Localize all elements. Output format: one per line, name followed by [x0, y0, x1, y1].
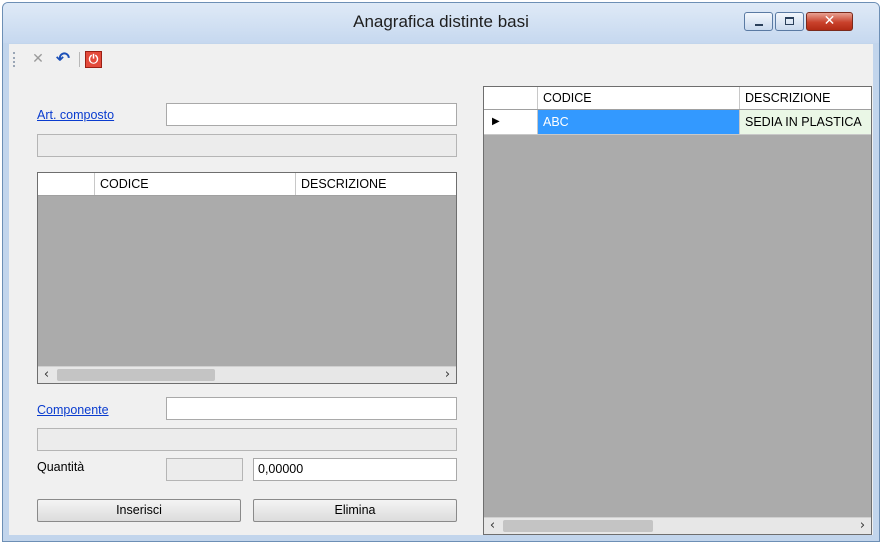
- bom-col-codice[interactable]: CODICE: [538, 87, 740, 109]
- close-icon: ✕: [823, 13, 836, 29]
- maximize-button[interactable]: [775, 12, 804, 31]
- componente-link[interactable]: Componente: [37, 403, 109, 417]
- cell-codice[interactable]: ABC: [538, 110, 740, 135]
- quantita-input[interactable]: 0,00000: [253, 458, 457, 481]
- bom-row-header-col: [484, 87, 538, 109]
- grid-col-codice[interactable]: CODICE: [95, 173, 296, 195]
- elimina-button[interactable]: Elimina: [253, 499, 457, 522]
- scroll-thumb[interactable]: [503, 520, 653, 532]
- cell-descrizione[interactable]: SEDIA IN PLASTICA: [740, 110, 871, 135]
- quantita-label: Quantità: [37, 460, 85, 474]
- scroll-right-icon[interactable]: ›: [439, 367, 456, 383]
- componente-input[interactable]: [166, 397, 457, 420]
- bom-col-descrizione[interactable]: DESCRIZIONE: [740, 87, 871, 109]
- power-icon[interactable]: ⏻: [85, 51, 102, 68]
- toolbar: ✕ ↶ ⏻: [9, 44, 873, 74]
- cancel-icon[interactable]: ✕: [28, 49, 48, 69]
- inserisci-button[interactable]: Inserisci: [37, 499, 241, 522]
- components-grid[interactable]: CODICE DESCRIZIONE ‹ ›: [37, 172, 457, 384]
- scroll-thumb[interactable]: [57, 369, 215, 381]
- scroll-left-icon[interactable]: ‹: [484, 518, 501, 534]
- minimize-icon: [755, 24, 763, 26]
- bom-grid-header: CODICE DESCRIZIONE: [484, 87, 871, 110]
- row-indicator-icon[interactable]: ▶: [484, 110, 538, 135]
- close-button[interactable]: ✕: [806, 12, 853, 31]
- components-grid-hscroll[interactable]: ‹ ›: [38, 366, 456, 383]
- toolbar-grip[interactable]: [13, 52, 18, 67]
- quantita-unit-field: [166, 458, 243, 481]
- toolbar-separator: [79, 52, 80, 67]
- bom-grid-hscroll[interactable]: ‹ ›: [484, 517, 871, 534]
- main-window: Anagrafica distinte basi ✕ ✕ ↶ ⏻ Art. co…: [2, 2, 880, 542]
- components-grid-header: CODICE DESCRIZIONE: [38, 173, 456, 196]
- art-composto-link[interactable]: Art. composto: [37, 108, 114, 122]
- art-composto-input[interactable]: [166, 103, 457, 126]
- maximize-icon: [785, 17, 794, 25]
- componente-description: [37, 428, 457, 451]
- title-bar[interactable]: Anagrafica distinte basi ✕: [3, 3, 879, 43]
- client-area: ✕ ↶ ⏻ Art. composto CODICE DESCRIZIONE ‹…: [9, 44, 873, 535]
- grid-col-descrizione[interactable]: DESCRIZIONE: [296, 173, 456, 195]
- undo-icon[interactable]: ↶: [53, 49, 73, 69]
- bom-grid[interactable]: CODICE DESCRIZIONE ▶ ABC SEDIA IN PLASTI…: [483, 86, 872, 535]
- minimize-button[interactable]: [744, 12, 773, 31]
- table-row[interactable]: ▶ ABC SEDIA IN PLASTICA: [484, 110, 871, 135]
- scroll-left-icon[interactable]: ‹: [38, 367, 55, 383]
- art-composto-description: [37, 134, 457, 157]
- scroll-right-icon[interactable]: ›: [854, 518, 871, 534]
- grid-row-header-col: [38, 173, 95, 195]
